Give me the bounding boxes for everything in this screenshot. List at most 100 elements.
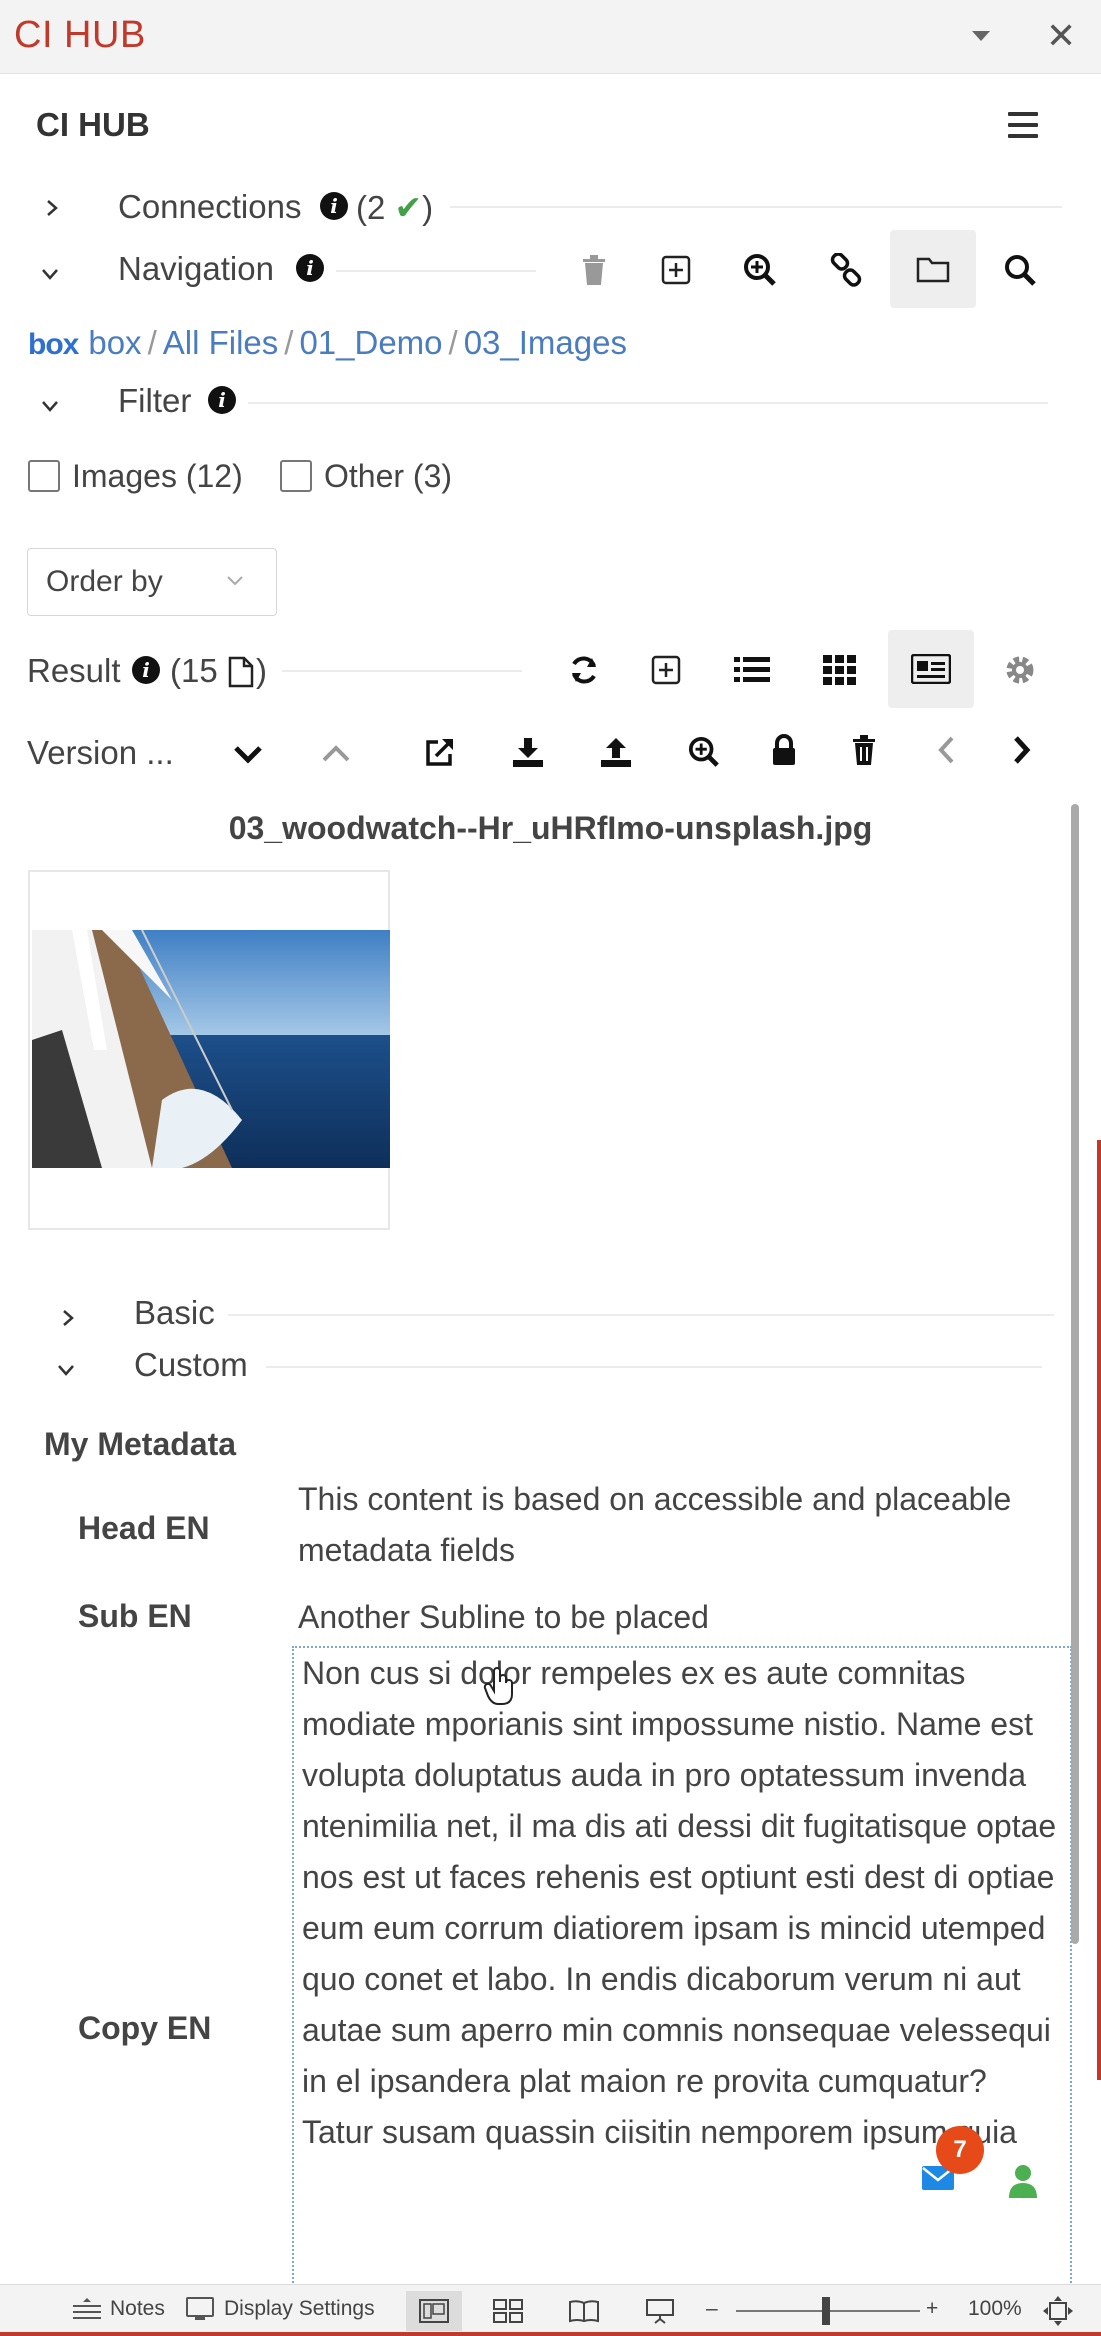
list-view-icon[interactable] <box>732 650 772 690</box>
chevron-down-icon[interactable] <box>40 264 60 284</box>
notes-button[interactable]: Notes <box>72 2297 165 2321</box>
panel-menu-dropdown-icon[interactable] <box>970 28 992 44</box>
chevron-right-icon[interactable] <box>58 1308 78 1328</box>
metadata-value-head-en[interactable]: This content is based on accessible and … <box>298 1474 1058 1576</box>
file-icon <box>228 656 254 688</box>
info-icon[interactable]: i <box>296 254 324 282</box>
breadcrumb-item-all-files[interactable]: All Files <box>163 324 279 361</box>
images-filter-label: Images (12) <box>72 458 243 494</box>
reading-view-button[interactable] <box>556 2291 612 2331</box>
breadcrumb-separator: / <box>284 324 294 361</box>
window-edge <box>0 2332 1101 2336</box>
status-bar: Notes Display Settings – + 100% <box>0 2284 1101 2336</box>
zoom-in-icon[interactable] <box>740 250 780 290</box>
custom-section-label[interactable]: Custom <box>134 1346 248 1384</box>
other-filter-label: Other (3) <box>324 458 453 494</box>
add-square-icon[interactable] <box>656 250 696 290</box>
breadcrumb-item-03-images[interactable]: 03_Images <box>464 324 627 361</box>
breadcrumb: box box / All Files/01_Demo/03_Images <box>28 324 627 362</box>
metadata-value-sub-en[interactable]: Another Subline to be placed <box>298 1592 1058 1643</box>
app-title: CI HUB <box>36 106 150 143</box>
breadcrumb-item-01-demo[interactable]: 01_Demo <box>299 324 442 361</box>
scrollbar[interactable] <box>1071 804 1079 1944</box>
metadata-key-sub-en: Sub EN <box>78 1598 192 1634</box>
info-icon[interactable]: i <box>208 386 236 414</box>
divider <box>450 206 1062 208</box>
chevron-down-icon[interactable] <box>228 734 268 774</box>
card-view-icon[interactable] <box>888 630 974 708</box>
box-logo: box <box>28 328 79 361</box>
breadcrumb-item-box[interactable]: box <box>88 324 141 361</box>
chevron-down-icon[interactable] <box>40 396 60 416</box>
add-square-icon[interactable] <box>646 650 686 690</box>
notes-icon <box>73 2298 101 2319</box>
slide-sorter-button[interactable] <box>480 2291 536 2331</box>
info-icon[interactable]: i <box>320 192 348 220</box>
breadcrumb-separator: / <box>448 324 458 361</box>
result-count-close: ) <box>256 652 267 689</box>
metadata-group-title: My Metadata <box>44 1426 237 1462</box>
notification-count-badge: 7 <box>936 2126 984 2174</box>
version-select-label[interactable]: Version ... <box>27 734 174 772</box>
grid-view-icon[interactable] <box>820 650 860 690</box>
zoom-in-icon[interactable] <box>684 732 724 772</box>
chevron-up-icon[interactable] <box>316 734 356 774</box>
result-count-text: (15 <box>170 652 218 689</box>
connections-label[interactable]: Connections <box>118 188 301 226</box>
gear-icon[interactable] <box>1000 650 1040 690</box>
display-settings-icon <box>186 2297 214 2320</box>
display-settings-label: Display Settings <box>224 2297 375 2320</box>
other-filter-checkbox[interactable] <box>280 460 312 492</box>
hand-cursor-icon <box>483 1667 513 1705</box>
trash-icon[interactable] <box>844 730 884 770</box>
zoom-out-label: – <box>706 2297 718 2320</box>
zoom-in-label: + <box>926 2297 939 2320</box>
user-icon[interactable] <box>1008 2164 1038 2198</box>
chevron-right-icon[interactable] <box>1002 730 1042 770</box>
slideshow-button[interactable] <box>632 2291 688 2331</box>
result-label: Result <box>27 652 121 690</box>
divider <box>336 270 536 272</box>
connections-count-text: (2 <box>356 189 386 226</box>
chevron-left-icon[interactable] <box>926 730 966 770</box>
close-icon[interactable]: ✕ <box>1046 18 1076 54</box>
filter-label[interactable]: Filter <box>118 382 191 420</box>
info-icon[interactable]: i <box>132 656 160 684</box>
asset-thumbnail-image <box>32 930 390 1168</box>
fit-to-window-icon[interactable] <box>1042 2295 1074 2327</box>
images-filter-checkbox[interactable] <box>28 460 60 492</box>
chevron-down-icon <box>227 576 243 586</box>
download-icon[interactable] <box>508 732 548 772</box>
notes-label: Notes <box>110 2297 165 2320</box>
basic-section-label[interactable]: Basic <box>134 1294 215 1332</box>
lock-icon[interactable] <box>764 730 804 770</box>
chevron-down-icon[interactable] <box>56 1360 76 1380</box>
zoom-level[interactable]: 100% <box>968 2297 1022 2321</box>
zoom-slider-thumb[interactable] <box>822 2297 830 2325</box>
zoom-level-text: 100% <box>968 2297 1022 2320</box>
reading-view-icon <box>569 2300 599 2323</box>
asset-thumbnail-card[interactable] <box>28 870 390 1230</box>
link-icon[interactable] <box>826 250 866 290</box>
external-link-icon[interactable] <box>420 732 460 772</box>
display-settings-button[interactable]: Display Settings <box>186 2297 375 2321</box>
upload-icon[interactable] <box>596 732 636 772</box>
navigation-label[interactable]: Navigation <box>118 250 274 288</box>
panel-title: CI HUB <box>14 14 146 56</box>
chevron-right-icon[interactable] <box>42 198 62 218</box>
refresh-icon[interactable] <box>564 650 604 690</box>
panel-titlebar: CI HUB ✕ <box>0 0 1101 74</box>
metadata-value-copy-en[interactable]: Non cus si dolor rempeles ex es aute com… <box>292 1646 1072 2286</box>
order-by-select[interactable]: Order by <box>27 548 277 616</box>
search-icon[interactable] <box>1000 250 1040 290</box>
folder-icon[interactable] <box>890 230 976 308</box>
zoom-in-button[interactable]: + <box>926 2297 938 2321</box>
trash-icon[interactable] <box>574 250 614 290</box>
breadcrumb-separator: / <box>147 324 157 361</box>
metadata-key-head-en: Head EN <box>78 1510 210 1546</box>
hamburger-menu-icon[interactable] <box>1008 112 1038 138</box>
zoom-out-button[interactable]: – <box>706 2297 718 2321</box>
check-icon: ✔ <box>394 189 423 226</box>
slide-sorter-icon <box>493 2299 523 2323</box>
normal-view-button[interactable] <box>406 2291 462 2331</box>
